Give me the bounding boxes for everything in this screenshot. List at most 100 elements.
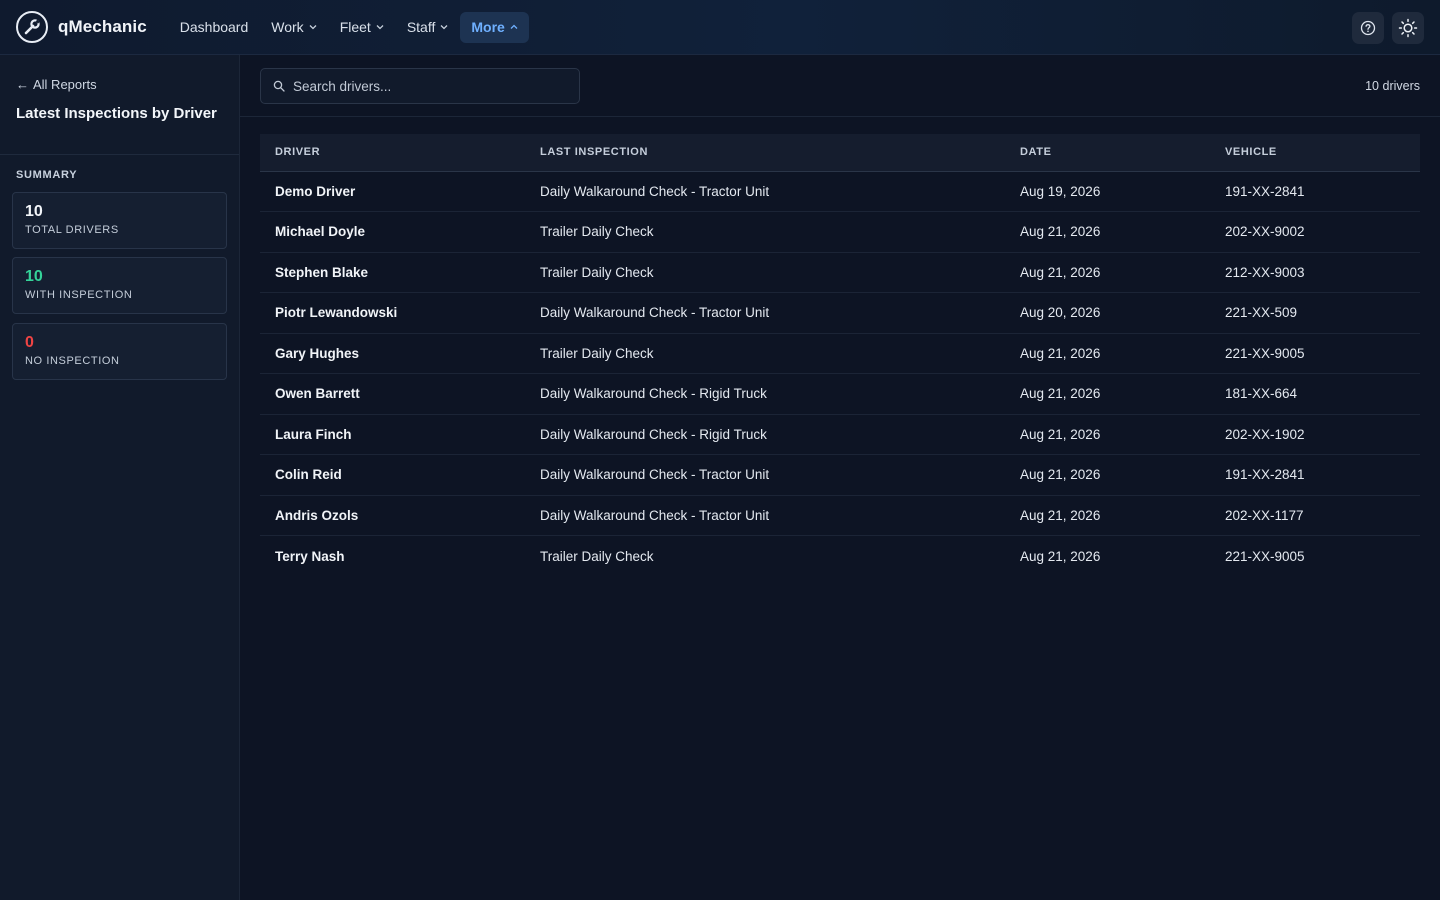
report-sidebar: ← All Reports Latest Inspections by Driv… [0,55,240,900]
driver-cell: Laura Finch [275,426,352,442]
back-link-label: All Reports [33,77,97,92]
nav-work[interactable]: Work [260,12,327,43]
driver-cell: Stephen Blake [275,264,369,280]
arrow-left-icon: ← [16,77,29,92]
driver-cell: Michael Doyle [275,224,366,240]
vehicle-cell: 221-XX-9005 [1225,548,1305,564]
stat-value: 10 [25,203,43,220]
vehicle-cell: 202-XX-1902 [1225,426,1305,442]
date-cell: Aug 21, 2026 [1020,264,1101,280]
top-navigation-bar: qMechanic Dashboard Work Fleet Staff Mor… [0,0,1440,55]
stat-label: WITH INSPECTION [25,289,133,301]
column-header-last-inspection[interactable]: LAST INSPECTION [525,134,1005,171]
column-header-vehicle[interactable]: VEHICLE [1210,134,1420,171]
date-cell: Aug 21, 2026 [1020,386,1101,402]
stat-label: TOTAL DRIVERS [25,224,119,236]
page-title: Latest Inspections by Driver [16,105,217,122]
nav-label: Fleet [339,19,371,35]
driver-cell: Owen Barrett [275,386,360,402]
nav-label: Dashboard [179,19,249,35]
inspection-cell: Daily Walkaround Check - Tractor Unit [540,183,770,199]
nav-label: More [471,19,505,35]
table-row[interactable]: Demo Driver Daily Walkaround Check - Trac… [260,171,1420,212]
help-circle-icon [1360,20,1376,36]
chevron-down-icon [309,25,317,30]
search-input[interactable] [293,78,563,94]
chevron-down-icon [440,25,448,30]
header-actions [1344,12,1424,44]
wrench-logo-icon [16,11,48,43]
stat-total-drivers: 10 TOTAL DRIVERS [12,192,227,249]
inspections-table-container: DRIVER LAST INSPECTION DATE VEHICLE Demo… [260,134,1420,576]
toolbar: 10 drivers [240,55,1440,117]
inspection-cell: Daily Walkaround Check - Rigid Truck [540,426,767,442]
vehicle-cell: 212-XX-9003 [1225,264,1305,280]
driver-count: 10 drivers [1365,79,1420,93]
vehicle-cell: 221-XX-9005 [1225,345,1305,361]
help-button[interactable] [1352,12,1384,44]
chevron-down-icon [376,25,384,30]
search-icon [273,80,285,92]
nav-staff[interactable]: Staff [396,12,460,43]
table-row[interactable]: Colin Reid Daily Walkaround Check - Tract… [260,455,1420,495]
table-row[interactable]: Laura Finch Daily Walkaround Check - Rigi… [260,414,1420,455]
date-cell: Aug 21, 2026 [1020,345,1101,361]
date-cell: Aug 21, 2026 [1020,224,1101,240]
sun-icon [1398,18,1418,38]
nav-fleet[interactable]: Fleet [329,12,395,43]
inspection-cell: Trailer Daily Check [540,264,654,280]
stat-label: NO INSPECTION [25,355,120,367]
table-body: Demo Driver Daily Walkaround Check - Trac… [260,171,1420,576]
date-cell: Aug 21, 2026 [1020,426,1101,442]
column-header-driver[interactable]: DRIVER [260,134,525,171]
vehicle-cell: 221-XX-509 [1225,305,1298,321]
inspection-cell: Trailer Daily Check [540,548,654,564]
driver-cell: Colin Reid [275,467,342,483]
date-cell: Aug 21, 2026 [1020,467,1101,483]
vehicle-cell: 202-XX-9002 [1225,224,1305,240]
inspection-cell: Daily Walkaround Check - Tractor Unit [540,467,770,483]
nav-more[interactable]: More [460,11,529,43]
main-nav: Dashboard Work Fleet Staff More [169,11,530,43]
theme-toggle-button[interactable] [1392,12,1424,44]
all-reports-link[interactable]: ← All Reports [16,77,97,92]
date-cell: Aug 21, 2026 [1020,507,1101,523]
app-name: qMechanic [58,17,147,36]
date-cell: Aug 21, 2026 [1020,548,1101,564]
stat-value: 10 [25,268,43,285]
table-row[interactable]: Gary Hughes Trailer Daily Check Aug 21, 20… [260,333,1420,374]
search-box[interactable] [260,68,580,104]
summary-heading: SUMMARY [16,169,78,181]
date-cell: Aug 20, 2026 [1020,305,1101,321]
brand[interactable]: qMechanic [16,11,147,43]
table-row[interactable]: Terry Nash Trailer Daily Check Aug 21, 202… [260,536,1420,577]
vehicle-cell: 191-XX-2841 [1225,467,1305,483]
sidebar-divider [0,154,239,155]
table-header-row: DRIVER LAST INSPECTION DATE VEHICLE [260,134,1420,171]
table-row[interactable]: Owen Barrett Daily Walkaround Check - Rig… [260,374,1420,414]
inspection-cell: Daily Walkaround Check - Tractor Unit [540,507,770,523]
table-row[interactable]: Andris Ozols Daily Walkaround Check - Tra… [260,495,1420,536]
table-row[interactable]: Stephen Blake Trailer Daily Check Aug 21, … [260,252,1420,293]
inspection-cell: Trailer Daily Check [540,345,654,361]
nav-label: Work [271,19,304,35]
table-row[interactable]: Piotr Lewandowski Daily Walkaround Check … [260,293,1420,333]
column-header-date[interactable]: DATE [1005,134,1210,171]
chevron-up-icon [510,24,518,29]
vehicle-cell: 191-XX-2841 [1225,183,1305,199]
nav-label: Staff [406,19,436,35]
nav-dashboard[interactable]: Dashboard [169,12,260,43]
main-content: 10 drivers DRIVER LAST INSPECTION DATE V… [240,55,1440,900]
table-row[interactable]: Michael Doyle Trailer Daily Check Aug 21, … [260,212,1420,252]
driver-cell: Gary Hughes [275,345,360,361]
date-cell: Aug 19, 2026 [1020,183,1101,199]
driver-cell: Andris Ozols [275,507,359,523]
driver-cell: Terry Nash [275,548,345,564]
vehicle-cell: 181-XX-664 [1225,386,1298,402]
stat-with-inspection: 10 WITH INSPECTION [12,257,227,314]
inspection-cell: Daily Walkaround Check - Rigid Truck [540,386,767,402]
driver-cell: Piotr Lewandowski [275,305,398,321]
vehicle-cell: 202-XX-1177 [1225,507,1304,523]
inspections-table: DRIVER LAST INSPECTION DATE VEHICLE Demo… [260,134,1420,576]
inspection-cell: Trailer Daily Check [540,224,654,240]
